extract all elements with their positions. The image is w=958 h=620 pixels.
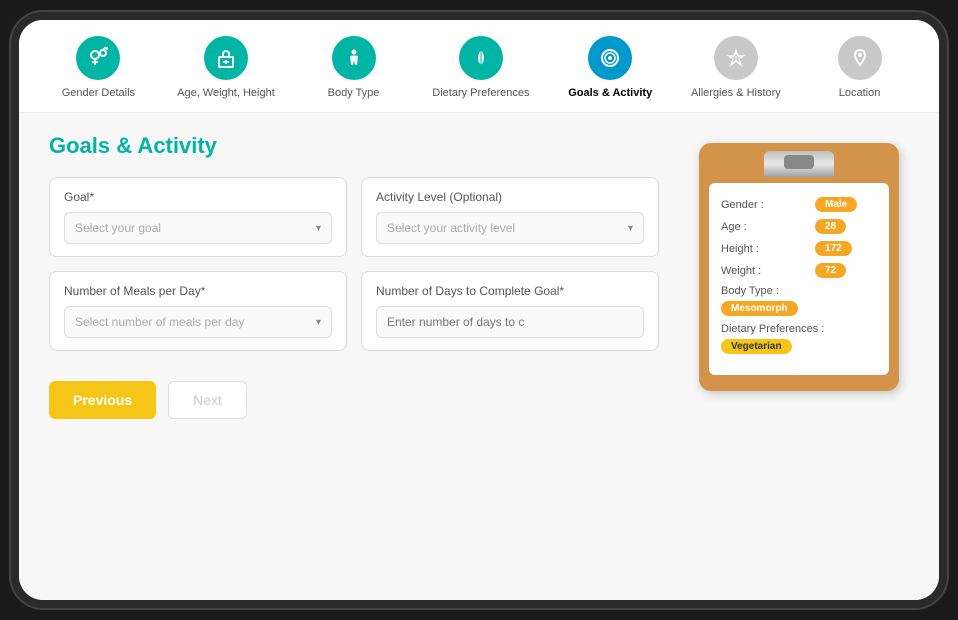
step-goals-label: Goals & Activity: [568, 86, 652, 100]
goal-label: Goal*: [64, 190, 332, 204]
activity-chevron: ▾: [628, 223, 633, 234]
days-input[interactable]: [376, 306, 644, 338]
step-goals[interactable]: Goals & Activity: [568, 36, 652, 100]
location-icon: [838, 36, 882, 80]
goals-icon: [588, 36, 632, 80]
allergies-icon: [714, 36, 758, 80]
activity-field: Activity Level (Optional) Select your ac…: [361, 177, 659, 257]
step-gender-label: Gender Details: [62, 86, 135, 100]
gender-icon: [76, 36, 120, 80]
goal-select[interactable]: Select your goal ▾: [64, 212, 332, 244]
height-key: Height :: [721, 243, 811, 255]
form-grid: Goal* Select your goal ▾ Activity Level …: [49, 177, 659, 351]
clipboard: Gender : Male Age : 28 Height : 172 We: [699, 143, 899, 391]
tablet-frame: Gender Details Age, Weight, Height: [19, 20, 939, 600]
meals-placeholder: Select number of meals per day: [75, 315, 244, 329]
gender-key: Gender :: [721, 199, 811, 211]
form-section: Goals & Activity Goal* Select your goal …: [49, 133, 659, 580]
form-title: Goals & Activity: [49, 133, 659, 159]
stepper: Gender Details Age, Weight, Height: [19, 20, 939, 113]
body-type-value: Mesomorph: [721, 301, 798, 316]
age-key: Age :: [721, 221, 811, 233]
meals-chevron: ▾: [316, 317, 321, 328]
meals-label: Number of Meals per Day*: [64, 284, 332, 298]
activity-placeholder: Select your activity level: [387, 221, 515, 235]
step-age-label: Age, Weight, Height: [177, 86, 275, 100]
clipboard-clip: [764, 151, 834, 177]
body-type-icon: [332, 36, 376, 80]
clipboard-row-dietary: Dietary Preferences : Vegetarian: [721, 323, 877, 354]
step-location-label: Location: [839, 86, 881, 100]
dietary-value: Vegetarian: [721, 339, 792, 354]
clipboard-row-weight: Weight : 72: [721, 263, 877, 278]
button-row: Previous Next: [49, 381, 659, 419]
step-body-type[interactable]: Body Type: [314, 36, 394, 100]
age-weight-icon: [204, 36, 248, 80]
days-label: Number of Days to Complete Goal*: [376, 284, 644, 298]
height-value: 172: [815, 241, 852, 256]
meals-select[interactable]: Select number of meals per day ▾: [64, 306, 332, 338]
previous-button[interactable]: Previous: [49, 381, 156, 419]
main-content: Goals & Activity Goal* Select your goal …: [19, 113, 939, 600]
clipboard-section: Gender : Male Age : 28 Height : 172 We: [689, 133, 909, 580]
step-dietary-label: Dietary Preferences: [432, 86, 529, 100]
step-location[interactable]: Location: [820, 36, 900, 100]
clipboard-row-body-type: Body Type : Mesomorph: [721, 285, 877, 316]
step-age-weight[interactable]: Age, Weight, Height: [177, 36, 275, 100]
gender-value: Male: [815, 197, 857, 212]
dietary-key: Dietary Preferences :: [721, 323, 824, 335]
activity-select[interactable]: Select your activity level ▾: [376, 212, 644, 244]
clipboard-row-age: Age : 28: [721, 219, 877, 234]
clipboard-row-height: Height : 172: [721, 241, 877, 256]
dietary-icon: [459, 36, 503, 80]
weight-value: 72: [815, 263, 846, 278]
weight-key: Weight :: [721, 265, 811, 277]
step-gender[interactable]: Gender Details: [58, 36, 138, 100]
age-value: 28: [815, 219, 846, 234]
screen: Gender Details Age, Weight, Height: [19, 20, 939, 600]
activity-label: Activity Level (Optional): [376, 190, 644, 204]
step-allergies[interactable]: Allergies & History: [691, 36, 781, 100]
goal-placeholder: Select your goal: [75, 221, 161, 235]
meals-field: Number of Meals per Day* Select number o…: [49, 271, 347, 351]
body-type-key: Body Type :: [721, 285, 811, 297]
goal-chevron: ▾: [316, 223, 321, 234]
next-button[interactable]: Next: [168, 381, 247, 419]
days-field: Number of Days to Complete Goal*: [361, 271, 659, 351]
clipboard-paper: Gender : Male Age : 28 Height : 172 We: [709, 183, 889, 375]
step-allergies-label: Allergies & History: [691, 86, 781, 100]
goal-field: Goal* Select your goal ▾: [49, 177, 347, 257]
step-dietary[interactable]: Dietary Preferences: [432, 36, 529, 100]
clipboard-row-gender: Gender : Male: [721, 197, 877, 212]
step-body-label: Body Type: [328, 86, 380, 100]
